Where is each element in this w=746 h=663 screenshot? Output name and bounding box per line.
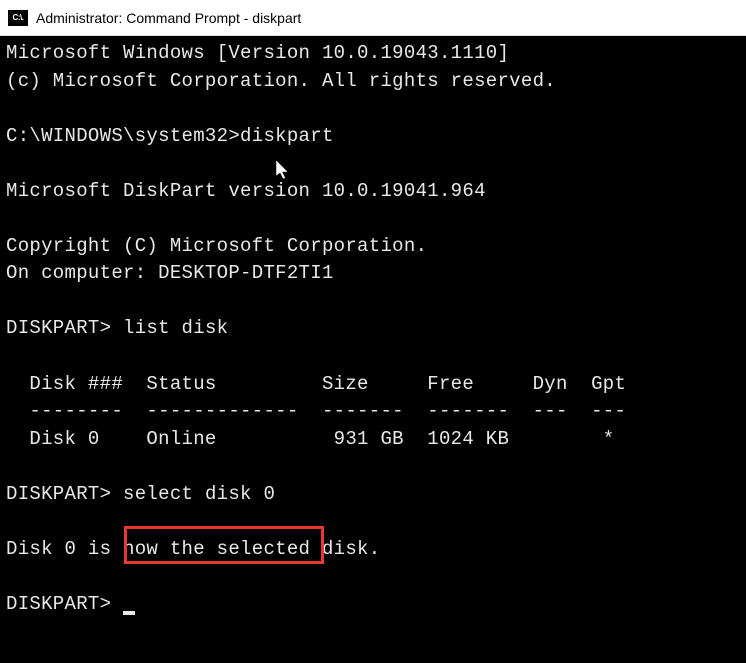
- copyright-line: (c) Microsoft Corporation. All rights re…: [6, 68, 740, 96]
- cmd-icon: C:\.: [8, 10, 28, 26]
- blank-line: [6, 150, 740, 178]
- windows-version-line: Microsoft Windows [Version 10.0.19043.11…: [6, 40, 740, 68]
- disk-table-header: Disk ### Status Size Free Dyn Gpt: [6, 371, 740, 399]
- command-listdisk: list disk: [123, 317, 228, 339]
- highlight-annotation: [124, 526, 324, 564]
- blank-line: [6, 95, 740, 123]
- diskpart-copyright: Copyright (C) Microsoft Corporation.: [6, 233, 740, 261]
- diskpart-prompt: DISKPART>: [6, 317, 123, 339]
- blank-line: [6, 343, 740, 371]
- titlebar[interactable]: C:\. Administrator: Command Prompt - dis…: [0, 0, 746, 36]
- command-diskpart: diskpart: [240, 125, 334, 147]
- prompt-diskpart: C:\WINDOWS\system32>diskpart: [6, 123, 740, 151]
- blank-line: [6, 508, 740, 536]
- terminal-area[interactable]: Microsoft Windows [Version 10.0.19043.11…: [0, 36, 746, 663]
- command-prompt-window: C:\. Administrator: Command Prompt - dis…: [0, 0, 746, 663]
- text-cursor: [123, 611, 135, 615]
- command-selectdisk: select disk 0: [123, 483, 275, 505]
- blank-line: [6, 205, 740, 233]
- blank-line: [6, 288, 740, 316]
- blank-line: [6, 453, 740, 481]
- prompt-path: C:\WINDOWS\system32>: [6, 125, 240, 147]
- prompt-current: DISKPART>: [6, 591, 740, 619]
- diskpart-prompt: DISKPART>: [6, 593, 123, 615]
- selected-message: Disk 0 is now the selected disk.: [6, 536, 740, 564]
- prompt-listdisk: DISKPART> list disk: [6, 315, 740, 343]
- disk-table-row: Disk 0 Online 931 GB 1024 KB *: [6, 426, 740, 454]
- disk-table-divider: -------- ------------- ------- ------- -…: [6, 398, 740, 426]
- window-title: Administrator: Command Prompt - diskpart: [36, 10, 301, 26]
- blank-line: [6, 563, 740, 591]
- computer-name: On computer: DESKTOP-DTF2TI1: [6, 260, 740, 288]
- prompt-selectdisk: DISKPART> select disk 0: [6, 481, 740, 509]
- diskpart-version: Microsoft DiskPart version 10.0.19041.96…: [6, 178, 740, 206]
- diskpart-prompt: DISKPART>: [6, 483, 123, 505]
